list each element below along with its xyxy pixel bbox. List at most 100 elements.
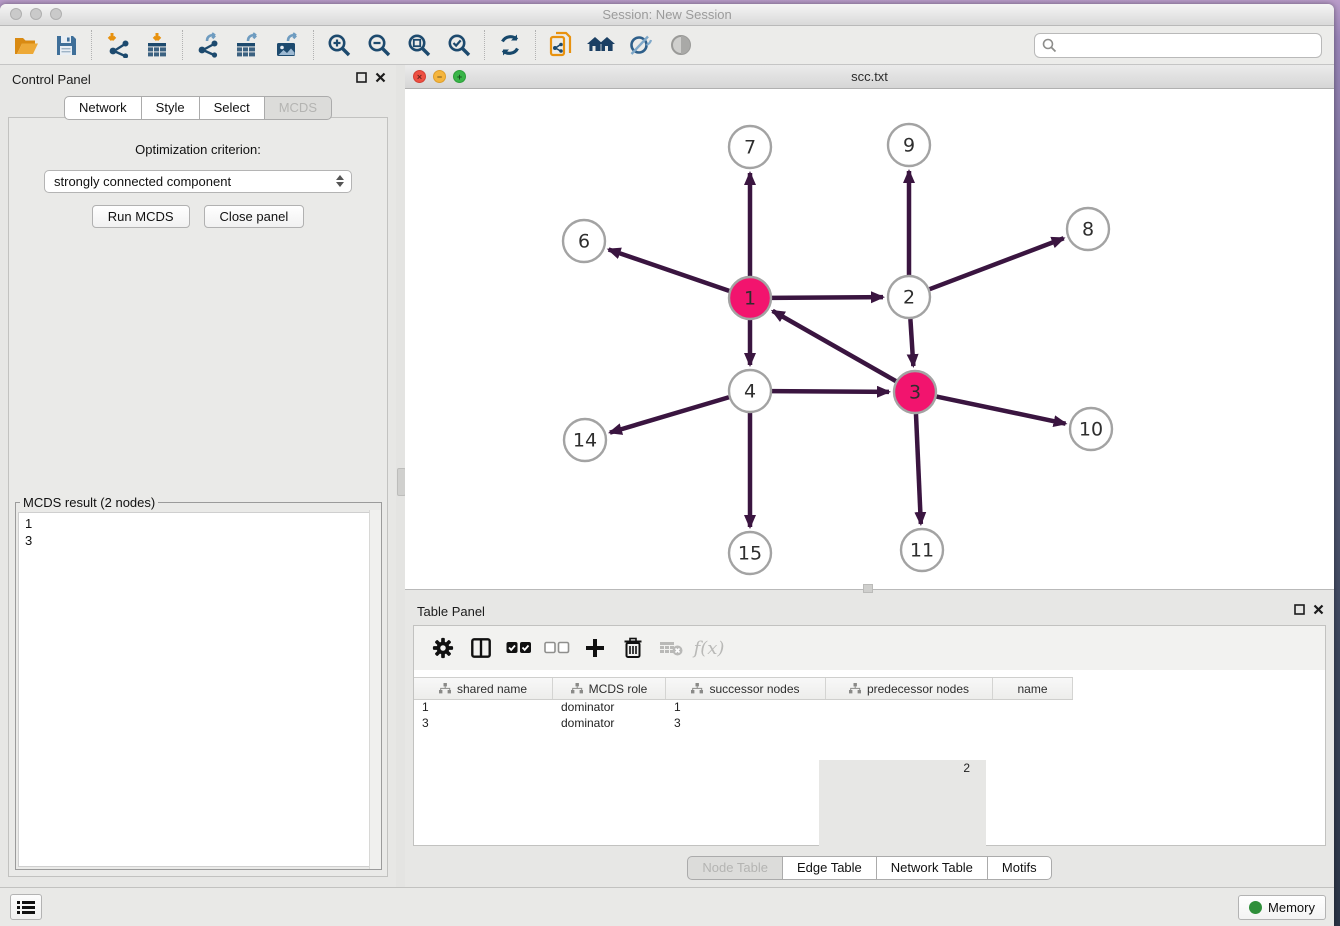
zoom-selected-button[interactable]	[439, 28, 479, 62]
export-image-button[interactable]	[268, 28, 308, 62]
network-home-button[interactable]	[581, 28, 621, 62]
graph-node-14[interactable]: 14	[564, 419, 606, 461]
graph-node-10[interactable]: 10	[1070, 408, 1112, 450]
edge-2-3[interactable]	[910, 319, 913, 366]
column-header-MCDS-role[interactable]: MCDS role	[553, 678, 666, 699]
import-network-button[interactable]	[97, 28, 137, 62]
tab-network[interactable]: Network	[64, 96, 142, 120]
graph-node-3[interactable]: 3	[894, 371, 936, 413]
open-session-button[interactable]	[6, 28, 46, 62]
table-cell[interactable]: dominator	[553, 699, 666, 715]
graphics-details-button[interactable]	[621, 28, 661, 62]
graphics-details-icon	[628, 33, 654, 57]
control-panel-tabs: NetworkStyleSelectMCDS	[0, 96, 396, 120]
column-header-predecessor-nodes[interactable]: predecessor nodes	[826, 678, 993, 699]
vertical-splitter[interactable]	[396, 65, 405, 888]
graph-node-8[interactable]: 8	[1067, 208, 1109, 250]
search-input[interactable]	[1034, 33, 1322, 58]
copy-network-button[interactable]	[541, 28, 581, 62]
control-panel-header: Control Panel	[0, 65, 396, 93]
search-field	[1034, 33, 1322, 58]
export-network-button[interactable]	[188, 28, 228, 62]
mcds-result-list[interactable]: 13	[18, 512, 379, 867]
network-window-titlebar[interactable]: × − + scc.txt	[405, 65, 1334, 89]
zoom-fit-button[interactable]	[399, 28, 439, 62]
import-table-icon	[144, 32, 170, 58]
criterion-select[interactable]: strongly connected component	[44, 170, 352, 193]
apply-function-button[interactable]: f(x)	[690, 631, 728, 665]
delete-column-button[interactable]	[614, 631, 652, 665]
tab-motifs[interactable]: Motifs	[988, 856, 1052, 880]
column-header-shared-name[interactable]: shared name	[414, 678, 553, 699]
apply-layout-button[interactable]	[490, 28, 530, 62]
close-panel-button[interactable]: Close panel	[204, 205, 305, 228]
export-image-icon	[274, 32, 302, 58]
node-label: 14	[573, 430, 597, 452]
deselect-all-columns-button[interactable]	[538, 631, 576, 665]
float-table-panel-icon[interactable]	[1294, 604, 1305, 615]
title-bar[interactable]: Session: New Session	[0, 4, 1334, 26]
table-body: 1dominator4113dominator323	[414, 699, 1325, 731]
graph-node-11[interactable]: 11	[901, 529, 943, 571]
graph-node-9[interactable]: 9	[888, 124, 930, 166]
result-scrollbar[interactable]	[369, 510, 381, 869]
network-graph[interactable]: 7 9 6 8 1 2 4 3 14 10 15 11	[405, 89, 1334, 589]
list-icon	[17, 900, 35, 914]
tab-edge-table[interactable]: Edge Table	[783, 856, 877, 880]
table-row[interactable]: 1dominator411	[414, 699, 1325, 715]
memory-button[interactable]: Memory	[1238, 895, 1326, 920]
main-toolbar	[0, 26, 1334, 65]
table-settings-button[interactable]	[424, 631, 462, 665]
zoom-in-button[interactable]	[319, 28, 359, 62]
save-session-button[interactable]	[46, 28, 86, 62]
table-cell[interactable]: dominator	[553, 715, 666, 731]
graph-node-1[interactable]: 1	[729, 277, 771, 319]
column-label: shared name	[457, 682, 527, 696]
tab-style[interactable]: Style	[142, 96, 200, 120]
edge-3-11[interactable]	[916, 414, 921, 524]
graph-node-7[interactable]: 7	[729, 126, 771, 168]
table-cell[interactable]: 1	[666, 699, 746, 715]
table-row[interactable]: 3dominator323	[414, 715, 1325, 731]
close-panel-icon[interactable]	[375, 72, 386, 83]
horizontal-splitter-grip[interactable]	[863, 584, 873, 593]
column-header-successor-nodes[interactable]: successor nodes	[666, 678, 826, 699]
node-label: 4	[744, 381, 756, 403]
edge-3-1[interactable]	[773, 311, 896, 381]
tab-network-table[interactable]: Network Table	[877, 856, 988, 880]
run-mcds-button[interactable]: Run MCDS	[92, 205, 190, 228]
tab-mcds[interactable]: MCDS	[265, 96, 332, 120]
column-header-name[interactable]: name	[993, 678, 1073, 699]
graph-node-6[interactable]: 6	[563, 220, 605, 262]
show-columns-button[interactable]	[462, 631, 500, 665]
edge-2-8[interactable]	[930, 238, 1064, 289]
edge-3-10[interactable]	[937, 397, 1066, 424]
import-table-button[interactable]	[137, 28, 177, 62]
graph-node-15[interactable]: 15	[729, 532, 771, 574]
birds-eye-button[interactable]	[661, 28, 701, 62]
edge-1-2[interactable]	[772, 297, 883, 298]
float-panel-icon[interactable]	[356, 72, 367, 83]
edge-4-14[interactable]	[610, 397, 729, 432]
node-label: 15	[738, 543, 762, 565]
edge-1-6[interactable]	[609, 249, 730, 290]
close-table-panel-icon[interactable]	[1313, 604, 1324, 615]
select-all-columns-button[interactable]	[500, 631, 538, 665]
table-cell[interactable]: 3	[414, 715, 553, 731]
graph-node-4[interactable]: 4	[729, 370, 771, 412]
network-canvas[interactable]: 7 9 6 8 1 2 4 3 14 10 15 11	[405, 89, 1334, 589]
task-history-button[interactable]	[10, 894, 42, 920]
create-column-button[interactable]	[576, 631, 614, 665]
table-cell[interactable]: 3	[666, 715, 746, 731]
node-label: 6	[578, 231, 590, 253]
export-table-button[interactable]	[228, 28, 268, 62]
zoom-out-button[interactable]	[359, 28, 399, 62]
delete-table-button[interactable]	[652, 631, 690, 665]
delete-table-icon	[659, 639, 683, 657]
control-panel: Control Panel NetworkStyleSelectMCDS Opt…	[0, 65, 396, 888]
tab-select[interactable]: Select	[200, 96, 265, 120]
edge-4-3[interactable]	[772, 391, 889, 392]
graph-node-2[interactable]: 2	[888, 276, 930, 318]
tab-node-table[interactable]: Node Table	[687, 856, 783, 880]
table-cell[interactable]: 1	[414, 699, 553, 715]
